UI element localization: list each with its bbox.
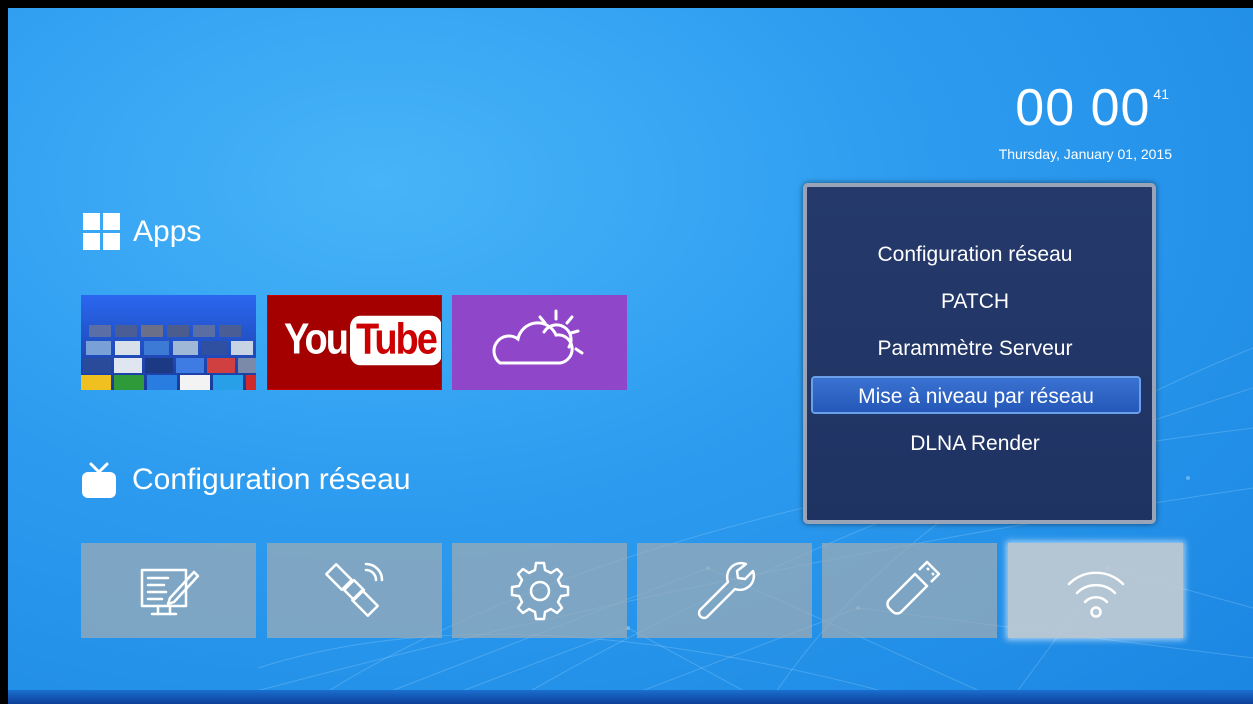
youtube-logo: You Tube	[284, 315, 441, 366]
app-tile-mosaic[interactable]	[81, 295, 256, 390]
clock-seconds: 41	[1153, 86, 1169, 102]
settings-heading: Configuration réseau	[81, 460, 411, 500]
gear-icon	[510, 561, 569, 620]
home-screen: 00 00 41 Thursday, January 01, 2015 Apps	[8, 8, 1253, 704]
usb-drive-icon	[885, 560, 940, 615]
apps-heading: Apps	[83, 213, 201, 250]
menu-item-mise-a-niveau[interactable]: Mise à niveau par réseau	[811, 376, 1141, 414]
weather-cloud-sun-icon	[492, 309, 584, 365]
youtube-logo-tube: Tube	[349, 315, 441, 366]
app-tile-youtube[interactable]: You Tube	[267, 295, 442, 390]
tool-tile-satellite[interactable]	[267, 543, 442, 638]
tool-tile-usb[interactable]	[822, 543, 997, 638]
menu-item-configuration-reseau[interactable]: Configuration réseau	[811, 236, 1139, 274]
apps-grid-icon	[83, 213, 120, 250]
clock-time: 00 00	[1015, 79, 1151, 137]
settings-heading-label: Configuration réseau	[132, 463, 411, 496]
wrench-icon	[697, 561, 755, 619]
app-tile-weather[interactable]	[452, 295, 627, 390]
wifi-icon	[1067, 570, 1124, 618]
tool-tile-settings[interactable]	[452, 543, 627, 638]
youtube-logo-you: You	[284, 315, 349, 365]
document-edit-icon	[140, 568, 199, 615]
tool-tile-document-edit[interactable]	[81, 543, 256, 638]
menu-item-patch[interactable]: PATCH	[811, 283, 1139, 321]
network-settings-menu: Configuration réseau PATCH Parammètre Se…	[803, 183, 1156, 524]
menu-item-dlna-render[interactable]: DLNA Render	[811, 425, 1139, 463]
satellite-icon	[324, 562, 383, 617]
menu-item-parametre-serveur[interactable]: Parammètre Serveur	[811, 330, 1139, 368]
tool-tile-tools[interactable]	[637, 543, 812, 638]
clock-widget: 00 00 41 Thursday, January 01, 2015	[998, 78, 1172, 162]
tv-icon	[82, 462, 116, 498]
tool-tile-wifi[interactable]	[1008, 543, 1183, 638]
apps-heading-label: Apps	[133, 214, 202, 248]
app-grid-mosaic-icon	[81, 295, 256, 390]
clock-date: Thursday, January 01, 2015	[998, 146, 1172, 162]
